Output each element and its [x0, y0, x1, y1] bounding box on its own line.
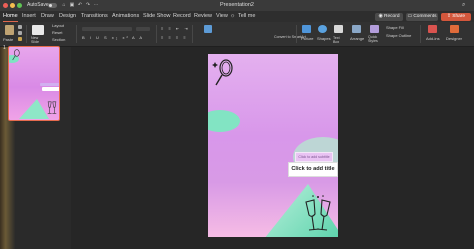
- slide-editor[interactable]: Click to add subtitle Click to add title: [208, 54, 338, 237]
- decorative-blob: [208, 110, 240, 132]
- font-format-buttons[interactable]: B I U S x₂ x²: [82, 35, 130, 40]
- tab-view[interactable]: View: [216, 11, 228, 22]
- smartart-icon[interactable]: [204, 25, 212, 33]
- thumbnail-title: [42, 87, 59, 91]
- autosave-label: AutoSave: [27, 2, 49, 8]
- addins-label: Add-ins: [426, 36, 440, 41]
- record-label: Record: [384, 13, 400, 19]
- home-icon[interactable]: ⌂: [61, 2, 67, 8]
- new-slide-icon[interactable]: [32, 25, 44, 35]
- tab-record[interactable]: Record: [173, 11, 191, 22]
- record-button[interactable]: ◉ Record: [375, 12, 403, 21]
- font-size-dropdown[interactable]: [136, 27, 150, 31]
- maximize-window-button[interactable]: [17, 3, 22, 8]
- addins-icon[interactable]: [428, 25, 437, 33]
- ribbon-home: Paste New Slide Layout Reset Section B I…: [0, 22, 474, 47]
- thumbnail-subtitle: [40, 83, 59, 86]
- tab-slide-show[interactable]: Slide Show: [143, 11, 171, 22]
- mirror-icon: [12, 49, 20, 61]
- separator: [156, 25, 157, 43]
- format-painter-icon[interactable]: [18, 37, 22, 41]
- share-button[interactable]: ⇪ Share: [441, 12, 471, 21]
- designer-label: Designer: [446, 36, 463, 41]
- shape-outline-button[interactable]: Shape Outline: [386, 33, 411, 38]
- tab-insert[interactable]: Insert: [22, 11, 36, 22]
- champagne-glasses-icon: [305, 195, 331, 231]
- layout-button[interactable]: Layout: [52, 23, 64, 28]
- paste-label: Paste: [3, 37, 14, 42]
- subtitle-placeholder[interactable]: Click to add subtitle: [295, 152, 333, 162]
- separator: [296, 25, 297, 43]
- share-label: Share: [452, 13, 466, 19]
- redo-icon[interactable]: ↷: [85, 2, 91, 8]
- picture-icon[interactable]: [302, 25, 311, 33]
- shape-fill-button[interactable]: Shape Fill: [386, 25, 404, 30]
- lightbulb-icon: ☼: [230, 13, 236, 19]
- section-button[interactable]: Section: [52, 37, 65, 42]
- font-color-buttons[interactable]: A A: [132, 35, 144, 40]
- align-buttons[interactable]: ≡ ≡ ≡ ≡: [161, 35, 188, 40]
- tab-design[interactable]: Design: [59, 11, 76, 22]
- font-name-dropdown[interactable]: [82, 27, 132, 31]
- close-window-button[interactable]: [3, 3, 8, 8]
- undo-icon[interactable]: ↶: [77, 2, 83, 8]
- shapes-icon[interactable]: [318, 25, 327, 33]
- paste-icon[interactable]: [5, 25, 14, 35]
- more-icon[interactable]: ⋯: [93, 2, 99, 8]
- list-buttons[interactable]: ≡ ≡ ⇤ ⇥: [161, 26, 190, 31]
- tab-animations[interactable]: Animations: [112, 11, 139, 22]
- comments-button[interactable]: ▭ Comments: [406, 12, 438, 21]
- minimize-window-button[interactable]: [10, 3, 15, 8]
- arrange-icon[interactable]: [352, 25, 361, 33]
- picture-label: Picture: [301, 36, 314, 41]
- shapes-label: Shapes: [317, 36, 331, 41]
- mirror-icon: [212, 59, 233, 86]
- cut-icon[interactable]: [18, 25, 22, 29]
- tab-tell-me[interactable]: Tell me: [238, 11, 255, 22]
- autosave-toggle[interactable]: [48, 3, 57, 8]
- text-box-label: Text Box: [333, 36, 340, 44]
- separator: [192, 25, 193, 43]
- tab-draw[interactable]: Draw: [41, 11, 54, 22]
- arrange-label: Arrange: [350, 36, 365, 41]
- slide-number: 1: [3, 45, 6, 51]
- separator: [26, 25, 27, 43]
- separator: [420, 25, 421, 43]
- designer-icon[interactable]: [450, 25, 459, 33]
- separator: [76, 25, 77, 43]
- comments-label: Comments: [413, 13, 437, 19]
- ribbon-tabs: Home Insert Draw Design Transitions Anim…: [0, 11, 474, 22]
- search-icon[interactable]: ⌕: [462, 2, 470, 9]
- tab-review[interactable]: Review: [194, 11, 212, 22]
- document-title: Presentation2: [220, 2, 254, 8]
- quick-styles-label: Quick Styles: [368, 35, 378, 43]
- champagne-glasses-icon: [47, 101, 57, 114]
- tab-transitions[interactable]: Transitions: [81, 11, 108, 22]
- copy-icon[interactable]: [18, 31, 22, 35]
- title-bar: AutoSave ⌂ ▣ ↶ ↷ ⋯ Presentation2 ⌕: [0, 0, 474, 11]
- new-slide-label: New Slide: [31, 36, 39, 44]
- slide-thumbnail[interactable]: [8, 46, 60, 121]
- save-icon[interactable]: ▣: [69, 2, 75, 8]
- title-placeholder[interactable]: Click to add title: [288, 162, 338, 177]
- tab-home[interactable]: Home: [3, 11, 18, 22]
- text-box-icon[interactable]: [334, 25, 343, 33]
- reset-button[interactable]: Reset: [52, 30, 62, 35]
- quick-styles-icon[interactable]: [370, 25, 379, 33]
